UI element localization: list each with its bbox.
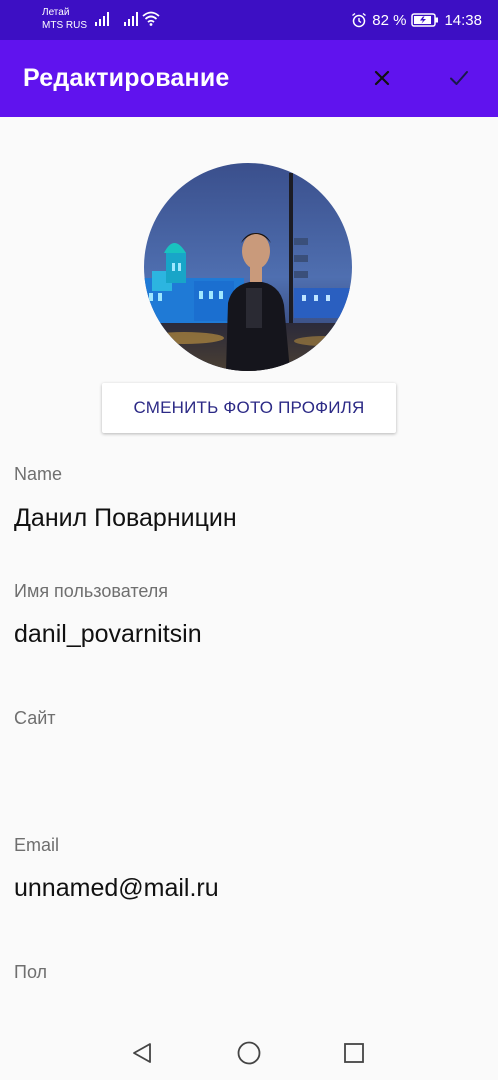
gender-label: Пол xyxy=(14,962,48,982)
close-icon xyxy=(374,70,390,86)
home-icon[interactable] xyxy=(236,1040,262,1066)
battery-percent: 82 % xyxy=(372,11,407,29)
recents-icon[interactable] xyxy=(343,1042,365,1064)
signal-icon xyxy=(95,12,109,26)
status-right: 82 % 14:38 xyxy=(351,11,482,29)
close-button[interactable] xyxy=(364,60,400,96)
clock: 14:38 xyxy=(444,11,482,29)
status-bar: Летай MTS RUS 82 % 14:38 xyxy=(0,0,498,40)
carrier-line-1: Летай xyxy=(42,7,70,18)
signal-icon xyxy=(124,12,138,26)
carrier-info: Летай MTS RUS xyxy=(42,6,87,32)
app-bar: Редактирование xyxy=(0,40,498,117)
carrier-line-2: MTS RUS xyxy=(42,20,87,31)
website-field[interactable] xyxy=(14,748,484,782)
edit-profile-screen: Летай MTS RUS 82 % 14:38 Редактирование … xyxy=(0,0,498,1080)
change-photo-button[interactable]: СМЕНИТЬ ФОТО ПРОФИЛЯ xyxy=(102,383,396,433)
wifi-icon xyxy=(142,11,160,26)
alarm-icon xyxy=(352,12,367,28)
profile-avatar[interactable] xyxy=(144,163,352,371)
page-title: Редактирование xyxy=(23,64,230,92)
website-label: Сайт xyxy=(14,708,56,728)
back-icon[interactable] xyxy=(130,1041,154,1065)
check-icon xyxy=(450,71,468,85)
email-label: Email xyxy=(14,835,60,855)
profile-photo xyxy=(144,163,352,371)
username-label: Имя пользователя xyxy=(14,581,169,601)
system-nav-bar xyxy=(0,1027,498,1080)
battery-charging-icon xyxy=(411,13,439,27)
save-button[interactable] xyxy=(441,60,477,96)
username-field[interactable]: danil_povarnitsin xyxy=(14,620,202,649)
gender-field[interactable] xyxy=(14,995,484,1025)
name-label: Name xyxy=(14,464,63,484)
name-field[interactable]: Данил Поварницин xyxy=(14,504,237,533)
email-field[interactable]: unnamed@mail.ru xyxy=(14,874,219,903)
